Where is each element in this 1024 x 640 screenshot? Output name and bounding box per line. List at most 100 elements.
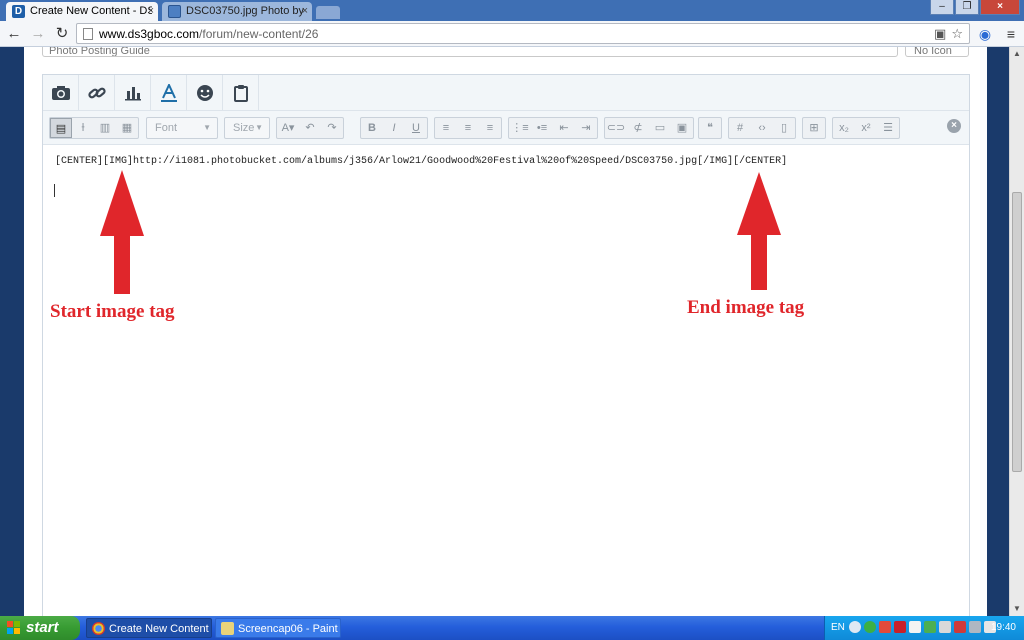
color-undo-tools: A▾ ↶ ↷ — [276, 117, 344, 139]
tray-icons — [849, 621, 996, 633]
clipboard-icon — [233, 85, 248, 102]
align-left-icon[interactable]: ≡ — [435, 118, 457, 138]
clock[interactable]: 19:40 — [991, 616, 1016, 640]
taskbar-item-paint[interactable]: Screencap06 - Paint — [215, 618, 341, 638]
text-format-tab[interactable] — [151, 75, 187, 111]
back-arrow-icon[interactable]: ← — [4, 24, 24, 44]
outdent-icon[interactable]: ⇤ — [553, 118, 575, 138]
scroll-thumb[interactable] — [1012, 192, 1022, 472]
tray-antivirus-icon[interactable] — [879, 621, 891, 633]
smiley-icon — [196, 85, 213, 101]
unlink-icon[interactable]: ⊄ — [627, 118, 649, 138]
text-style-tools: B I U — [360, 117, 428, 139]
tray-network-icon[interactable] — [864, 621, 876, 633]
source-mode-icon[interactable]: ▤ — [50, 118, 72, 138]
insert-smiley-tab[interactable] — [187, 75, 223, 111]
extension-icon[interactable]: ◉ — [976, 24, 994, 44]
bookmark-star-icon[interactable]: ☆ — [951, 26, 963, 41]
page-action-icon[interactable]: ▣ — [934, 26, 946, 41]
chart-icon — [124, 87, 141, 101]
window-controls: – ❐ × — [930, 0, 1020, 16]
subscript-icon[interactable]: x₂ — [833, 118, 855, 138]
tab-title: Create New Content - DS3 G — [30, 5, 152, 17]
hashtag-icon[interactable]: # — [729, 118, 751, 138]
code-icon[interactable]: ‹› — [751, 118, 773, 138]
quote-icon[interactable]: ❝ — [699, 118, 721, 138]
horizontal-rule-icon[interactable]: ☰ — [877, 118, 899, 138]
insert-attachment-tab[interactable] — [223, 75, 259, 111]
tab-photobucket-photo[interactable]: DSC03750.jpg Photo by Arlo × — [162, 2, 312, 21]
tray-safely-remove-icon[interactable] — [969, 621, 981, 633]
language-indicator[interactable]: EN — [831, 616, 845, 640]
insert-link-icon[interactable]: ⊂⊃ — [605, 118, 627, 138]
address-bar[interactable]: www.ds3gboc.com/forum/new-content/26 ▣ ☆ — [76, 23, 970, 44]
reload-icon[interactable]: ↻ — [52, 24, 72, 44]
italic-icon[interactable]: I — [383, 118, 405, 138]
minimize-icon[interactable]: – — [930, 0, 954, 15]
browser-toolbar: ← → ↻ www.ds3gboc.com/forum/new-content/… — [0, 21, 1024, 47]
close-editor-icon[interactable]: × — [947, 119, 961, 133]
page-scrollbar[interactable]: ▲ ▼ — [1009, 47, 1024, 616]
tab-create-new-content[interactable]: D Create New Content - DS3 G × — [6, 2, 158, 21]
insert-poll-tab[interactable] — [115, 75, 151, 111]
tray-update-icon[interactable] — [924, 621, 936, 633]
menu-wrench-icon[interactable]: ≡ — [1002, 24, 1020, 44]
tray-app-icon[interactable] — [909, 621, 921, 633]
font-select[interactable]: Font ▼ — [146, 117, 218, 139]
underline-icon[interactable]: U — [405, 118, 427, 138]
restore-icon[interactable]: ❐ — [955, 0, 979, 15]
table-icon[interactable]: ⊞ — [803, 118, 825, 138]
title-field[interactable]: Photo Posting Guide — [42, 47, 898, 57]
insert-image-icon[interactable]: ▭ — [649, 118, 671, 138]
end-tag-arrow-icon — [737, 172, 781, 290]
size-select[interactable]: Size ▼ — [224, 117, 270, 139]
bbcode-content: [CENTER][IMG]http://i1081.photobucket.co… — [55, 156, 788, 167]
insert-photo-tab[interactable] — [43, 75, 79, 111]
remove-format-icon[interactable]: Ɨ — [72, 118, 94, 138]
editor-insert-tabs — [43, 75, 969, 111]
font-icon — [160, 84, 177, 102]
numbered-list-icon[interactable]: ⋮≡ — [509, 118, 531, 138]
page-icon — [83, 28, 93, 40]
start-button[interactable]: start — [0, 616, 80, 640]
tray-acrobat-icon[interactable] — [894, 621, 906, 633]
tab-close-icon[interactable]: × — [302, 2, 308, 20]
redo-icon[interactable]: ↷ — [321, 118, 343, 138]
post-icon-select[interactable]: No Icon — [905, 47, 969, 57]
php-icon[interactable]: ▯ — [773, 118, 795, 138]
tab-close-icon[interactable]: × — [148, 2, 154, 20]
text-color-icon[interactable]: A▾ — [277, 118, 299, 138]
forward-arrow-icon[interactable]: → — [28, 24, 48, 44]
tray-back-icon[interactable] — [849, 621, 861, 633]
undo-icon[interactable]: ↶ — [299, 118, 321, 138]
editor-text-area[interactable]: [CENTER][IMG]http://i1081.photobucket.co… — [43, 146, 969, 623]
insert-video-icon[interactable]: ▣ — [671, 118, 693, 138]
editor-format-toolbar: ▤ Ɨ ▥ ▦ Font ▼ Size ▼ A▾ ↶ ↷ B I U ≡ ≡ ≡… — [43, 111, 969, 145]
web-page: Photo Posting Guide No Icon ▤ Ɨ ▥ ▦ Font… — [0, 47, 1024, 624]
text-cursor — [54, 184, 55, 197]
bullet-list-icon[interactable]: •≡ — [531, 118, 553, 138]
window-close-icon[interactable]: × — [980, 0, 1020, 15]
table-tools: ⊞ — [802, 117, 826, 139]
insert-link-tab[interactable] — [79, 75, 115, 111]
scroll-up-icon[interactable]: ▲ — [1013, 50, 1021, 58]
tab-title: DSC03750.jpg Photo by Arlo — [186, 5, 306, 17]
taskbar-item-chrome[interactable]: Create New Content ... — [86, 618, 212, 638]
paste-word-icon[interactable]: ▦ — [116, 118, 138, 138]
align-right-icon[interactable]: ≡ — [479, 118, 501, 138]
bold-icon[interactable]: B — [361, 118, 383, 138]
align-tools: ≡ ≡ ≡ — [434, 117, 502, 139]
indent-icon[interactable]: ⇥ — [575, 118, 597, 138]
align-center-icon[interactable]: ≡ — [457, 118, 479, 138]
paint-icon — [221, 622, 234, 635]
scroll-down-icon[interactable]: ▼ — [1013, 605, 1021, 613]
link-icon — [87, 87, 106, 99]
list-tools: ⋮≡ •≡ ⇤ ⇥ — [508, 117, 598, 139]
tray-device-icon[interactable] — [939, 621, 951, 633]
url-text: www.ds3gboc.com/forum/new-content/26 — [99, 27, 319, 41]
paste-text-icon[interactable]: ▥ — [94, 118, 116, 138]
new-tab-button[interactable] — [316, 6, 340, 19]
superscript-icon[interactable]: x² — [855, 118, 877, 138]
tray-security-icon[interactable] — [954, 621, 966, 633]
content-area: Photo Posting Guide No Icon ▤ Ɨ ▥ ▦ Font… — [24, 47, 987, 624]
